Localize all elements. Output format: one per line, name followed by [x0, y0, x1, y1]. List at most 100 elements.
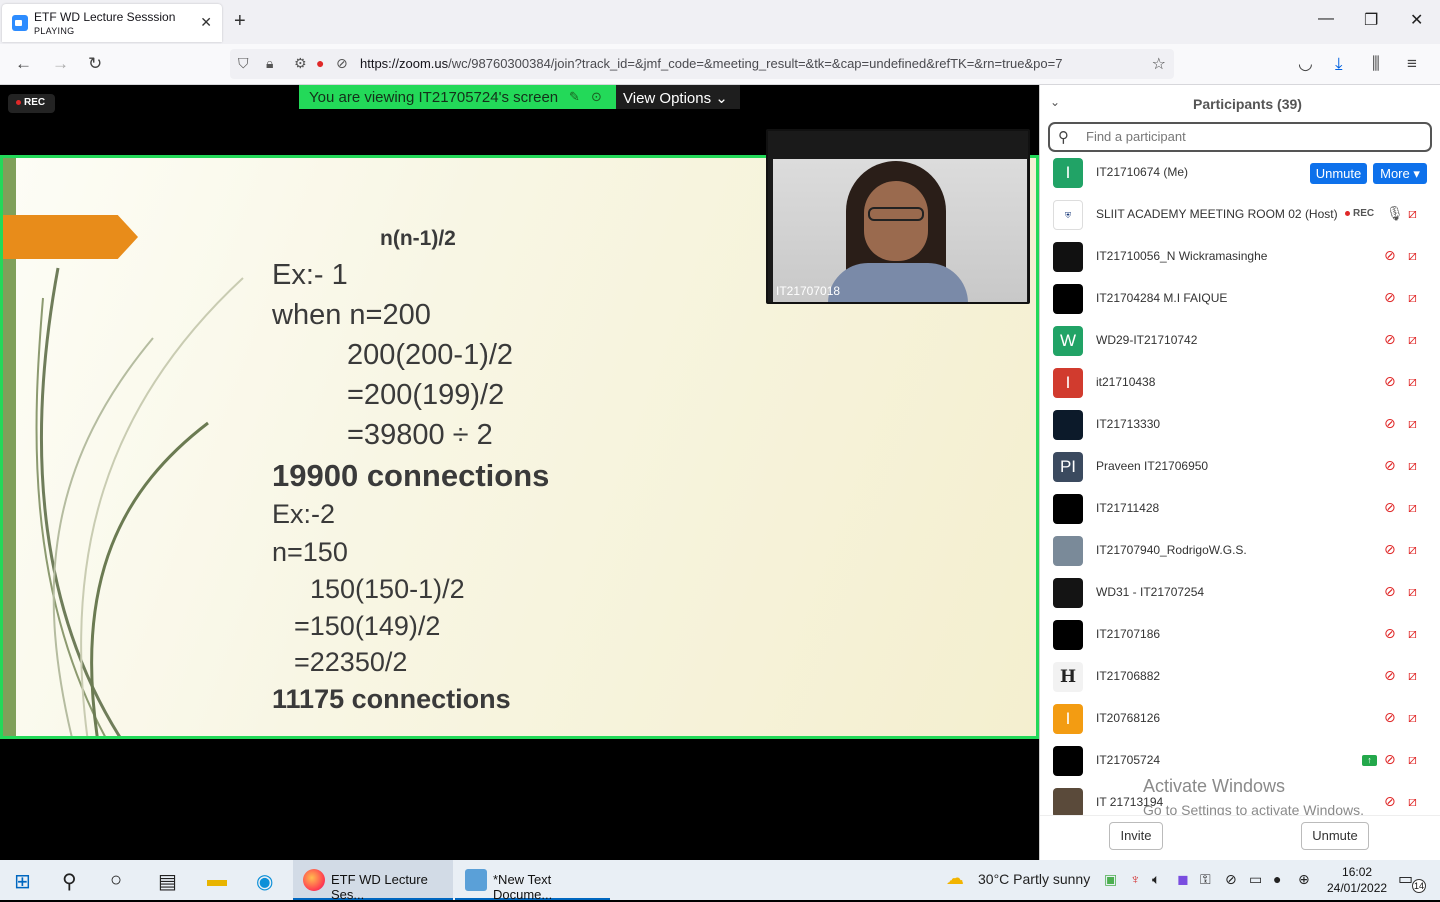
participant-row[interactable]: IT21704284 M.I FAIQUE ⊘ ⧄ — [1040, 278, 1440, 320]
more-button[interactable]: More ▾ — [1373, 163, 1427, 184]
participant-row[interactable]: PI Praveen IT21706950 ⊘ ⧄ — [1040, 446, 1440, 488]
notification-icon[interactable]: ▭ 14 — [1398, 869, 1426, 893]
speaker-icon[interactable]: 🔈︎ — [1152, 871, 1160, 888]
participant-row[interactable]: WD31 - IT21707254 ⊘ ⧄ — [1040, 572, 1440, 614]
lock-icon[interactable]: 🔒︎ — [266, 55, 273, 72]
slide-line: Ex:- 1 — [272, 259, 348, 291]
stop-icon[interactable]: ⊙ — [591, 89, 602, 105]
invite-button[interactable]: Invite — [1109, 822, 1163, 850]
autoplay-blocked-icon[interactable]: ⊘ — [336, 55, 348, 72]
cortana-icon[interactable]: ○ — [110, 869, 122, 892]
video-off-icon: ⧄ — [1408, 331, 1417, 347]
mic-muted-icon: ⊘ — [1384, 793, 1396, 809]
weather-text[interactable]: 30°C Partly sunny — [978, 871, 1090, 887]
display-icon[interactable]: ▭ — [1249, 871, 1262, 888]
start-icon[interactable]: ⊞ — [14, 869, 31, 894]
microphone-tray-icon[interactable]: ● — [1273, 871, 1281, 887]
minimize-icon[interactable]: — — [1318, 10, 1334, 28]
task-view-icon[interactable]: ▤ — [158, 869, 177, 894]
forward-icon[interactable]: → — [52, 54, 69, 74]
notepad-icon — [465, 869, 487, 891]
participant-name: IT21711428 — [1096, 501, 1160, 515]
permissions-icon[interactable]: ⚙ — [294, 55, 307, 72]
avatar — [1053, 788, 1083, 818]
url-text[interactable]: https://zoom.us/wc/98760300384/join?trac… — [360, 56, 1140, 71]
participant-video[interactable]: IT21707018 — [766, 129, 1030, 304]
avatar: PI — [1053, 452, 1083, 482]
reload-icon[interactable]: ↻ — [88, 54, 102, 74]
slide-line: =22350/2 — [294, 647, 408, 677]
video-off-icon: ⧄ — [1408, 583, 1417, 599]
file-explorer-icon[interactable]: ▬ — [207, 869, 227, 892]
unmute-all-button[interactable]: Unmute — [1301, 822, 1369, 850]
participant-search[interactable]: ⚲ — [1048, 122, 1432, 152]
video-off-icon: ⧄ — [1408, 667, 1417, 683]
unmute-button[interactable]: Unmute — [1310, 163, 1367, 184]
menu-icon[interactable]: ≡ — [1407, 54, 1417, 74]
mic-muted-icon: ⊘ — [1384, 415, 1396, 431]
participant-row[interactable]: IT21710056_N Wickramasinghe ⊘ ⧄ — [1040, 236, 1440, 278]
participant-name: IT21704284 M.I FAIQUE — [1096, 291, 1228, 305]
participant-row[interactable]: Iit21710438 ⊘ ⧄ — [1040, 362, 1440, 404]
new-tab-icon[interactable]: + — [234, 10, 246, 33]
taskbar-app-notepad[interactable]: *New Text Docume... — [455, 860, 610, 902]
avatar: I — [1053, 704, 1083, 734]
weather-icon[interactable]: ☁ — [946, 868, 964, 889]
avatar — [1053, 746, 1083, 776]
search-taskbar-icon[interactable]: ⚲ — [62, 869, 77, 894]
pocket-icon[interactable]: ◡ — [1298, 54, 1313, 74]
video-off-icon: ⧄ — [1408, 541, 1417, 557]
participant-row[interactable]: I IT20768126 ⊘ ⧄ — [1040, 698, 1440, 740]
activate-windows-title: Activate Windows — [1143, 776, 1286, 796]
library-icon[interactable]: ⫼ — [1372, 54, 1380, 74]
slide-line: n=150 — [272, 537, 348, 567]
search-input[interactable] — [1086, 129, 1416, 144]
participant-name: Praveen IT21706950 — [1096, 459, 1209, 473]
slide-line: =39800 ÷ 2 — [347, 419, 493, 451]
avatar — [1053, 284, 1083, 314]
back-icon[interactable]: ← — [15, 54, 32, 74]
slide-result: 11175 connections — [272, 684, 511, 714]
bookmark-star-icon[interactable]: ☆ — [1152, 54, 1166, 74]
tray-app-icon[interactable]: ◼ — [1177, 871, 1189, 888]
hidden-icons-icon[interactable]: ⊘ — [1225, 871, 1237, 888]
participant-row[interactable]: H IT21706882 ⊘ ⧄ — [1040, 656, 1440, 698]
edge-icon[interactable]: ◉ — [256, 869, 273, 894]
microphone-permission-icon[interactable]: ● — [316, 55, 324, 71]
close-tab-icon[interactable]: ✕ — [200, 14, 212, 31]
system-clock[interactable]: 16:02 24/01/2022 — [1327, 864, 1387, 896]
mic-muted-icon: ⊘ — [1384, 331, 1396, 347]
slide-result: 19900 connections — [272, 458, 550, 493]
slide-line: Ex:-2 — [272, 499, 336, 529]
search-icon: ⚲ — [1058, 129, 1069, 146]
video-off-icon: ⧄ — [1408, 289, 1417, 305]
participant-row[interactable]: IT21707186 ⊘ ⧄ — [1040, 614, 1440, 656]
taskbar-app-firefox[interactable]: ETF WD Lecture Ses... — [293, 860, 453, 902]
panel-footer: Invite Unmute — [1040, 815, 1440, 860]
network-icon[interactable]: ⚿ — [1200, 871, 1211, 888]
slide-arrow — [3, 215, 138, 259]
avatar — [1053, 242, 1083, 272]
nvidia-icon[interactable]: ▣ — [1104, 871, 1117, 888]
pen-icon[interactable]: ✎ — [569, 89, 580, 105]
participant-row[interactable]: W WD29-IT21710742 ⊘ ⧄ — [1040, 320, 1440, 362]
avatar — [1053, 410, 1083, 440]
participant-row[interactable]: IT21711428 ⊘ ⧄ — [1040, 488, 1440, 530]
vpn-icon[interactable]: ⊕ — [1298, 871, 1310, 888]
browser-tab[interactable]: ETF WD Lecture Sesssion PLAYING ✕ — [2, 4, 222, 42]
avatar — [1053, 494, 1083, 524]
url-bar[interactable]: ⛉ 🔒︎ ⚙ ● ⊘ https://zoom.us/wc/9876030038… — [230, 49, 1174, 79]
restore-icon[interactable]: ❐ — [1364, 10, 1378, 30]
video-off-icon: ⧄ — [1408, 205, 1417, 221]
participant-row[interactable]: ⛨ SLIIT ACADEMY MEETING ROOM 02 (Host) REC… — [1040, 194, 1440, 236]
downloads-icon[interactable]: ⤓ — [1335, 54, 1343, 74]
browser-nav-bar: ← → ↻ ⛉ 🔒︎ ⚙ ● ⊘ https://zoom.us/wc/9876… — [0, 44, 1440, 85]
participant-row[interactable]: IT21707940_RodrigoW.G.S. ⊘ ⧄ — [1040, 530, 1440, 572]
view-options-button[interactable]: View Options ⌄ — [616, 85, 740, 109]
participant-row[interactable]: IT21713330 ⊘ ⧄ — [1040, 404, 1440, 446]
shield-icon[interactable]: ⛉ — [238, 55, 249, 72]
video-off-icon: ⧄ — [1408, 751, 1417, 767]
close-window-icon[interactable]: ✕ — [1410, 10, 1423, 30]
participant-name: SLIIT ACADEMY MEETING ROOM 02 (Host) — [1096, 207, 1338, 221]
antivirus-icon[interactable]: ♆ — [1130, 871, 1141, 887]
